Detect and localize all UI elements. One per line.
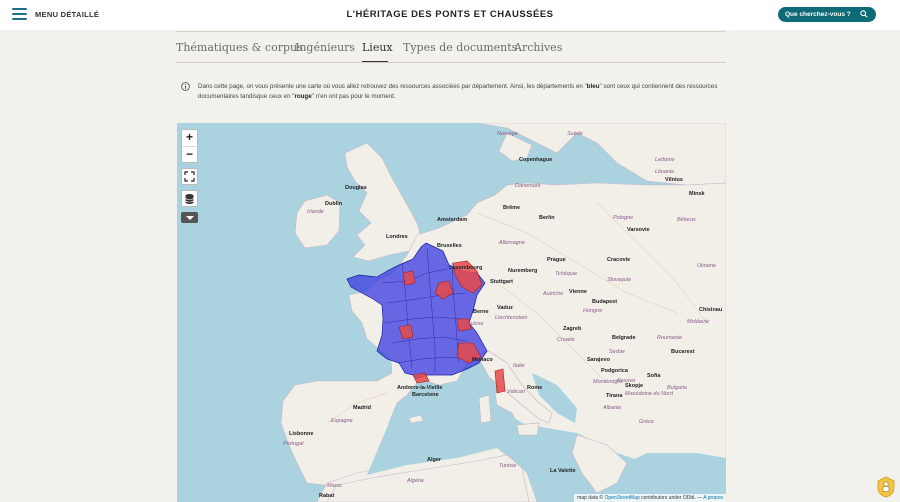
city-label: Zagreb xyxy=(563,326,582,332)
city-label: Bruxelles xyxy=(437,243,462,249)
city-label: Nuremberg xyxy=(508,268,538,274)
country-label: Algérie xyxy=(407,478,425,484)
country-label: Grèce xyxy=(639,419,654,425)
country-label: Croatie xyxy=(557,337,575,343)
country-label: Irlande xyxy=(307,209,324,215)
city-label: Vilnius xyxy=(665,177,683,183)
city-label: Cracovie xyxy=(607,257,631,263)
search-button[interactable]: Que cherchez-vous ? xyxy=(778,7,876,22)
country-label: Vatican xyxy=(507,389,526,395)
city-label: Sarajevo xyxy=(587,357,610,363)
country-label: Liechtenstein xyxy=(495,315,528,321)
city-label: Varsovie xyxy=(627,227,650,233)
tab-archives[interactable]: Archives xyxy=(514,41,562,54)
city-label: Podgorica xyxy=(601,368,628,374)
country-label: Lettonie xyxy=(655,157,675,163)
site-title[interactable]: L'HÉRITAGE DES PONTS ET CHAUSSÉES xyxy=(0,9,900,20)
country-label: Moldavie xyxy=(687,319,710,325)
country-label: Danemark xyxy=(515,183,541,189)
city-label: Andorre-la-Vieille xyxy=(397,385,443,391)
fullscreen-icon xyxy=(184,171,195,182)
info-icon xyxy=(181,82,190,91)
city-label: Barcelone xyxy=(412,392,439,398)
city-label: Chisinau xyxy=(699,307,723,313)
country-label: Portugal xyxy=(283,441,304,447)
city-label: La Valette xyxy=(550,468,576,474)
country-label: Hongrie xyxy=(583,308,603,314)
site-header: MENU DÉTAILLÉ L'HÉRITAGE DES PONTS ET CH… xyxy=(0,0,900,30)
country-label: Norvège xyxy=(497,131,518,137)
city-label: Luxembourg xyxy=(449,265,483,271)
country-label: Bélarus xyxy=(677,217,696,223)
country-label: Pologne xyxy=(613,215,634,221)
layers-icon xyxy=(185,194,194,204)
tabs-divider-top xyxy=(176,31,726,32)
city-label: Douglas xyxy=(345,185,367,191)
tab-types-documents[interactable]: Types de documents xyxy=(403,41,517,54)
city-label: Vaduz xyxy=(497,305,513,311)
zoom-out-button[interactable]: − xyxy=(182,146,197,162)
city-label: Belgrade xyxy=(612,335,636,341)
country-label: Espagne xyxy=(331,418,353,424)
about-link[interactable]: A propos xyxy=(703,495,723,501)
city-label: Rabat xyxy=(319,493,335,499)
country-label: Lituanie xyxy=(655,169,675,175)
city-label: Dublin xyxy=(325,201,343,207)
search-icon xyxy=(860,10,868,18)
tabs-divider-bottom xyxy=(176,62,726,63)
country-label: Italie xyxy=(513,363,525,369)
city-label: Berne xyxy=(473,309,489,315)
country-label: Allemagne xyxy=(499,240,525,246)
city-label: Prague xyxy=(547,257,566,263)
layers-button[interactable] xyxy=(181,190,198,207)
city-label: Alger xyxy=(427,457,442,463)
country-label: Tunisie xyxy=(499,463,517,469)
map-base-layer xyxy=(280,123,726,502)
city-label: Madrid xyxy=(353,405,372,411)
country-label: Macédoine du Nord xyxy=(625,391,674,397)
legend-toggle-button[interactable] xyxy=(181,212,198,223)
city-label: Berlin xyxy=(539,215,555,221)
city-label: Brême xyxy=(503,205,521,211)
country-label: Maroc xyxy=(327,483,343,489)
osm-link[interactable]: OpenStreetMap xyxy=(604,495,639,501)
city-label: Monaco xyxy=(472,357,493,363)
city-label: Londres xyxy=(386,234,408,240)
city-label: Vienne xyxy=(569,289,587,295)
city-label: Rome xyxy=(527,385,543,391)
country-label: Serbie xyxy=(609,349,625,355)
country-label: Ukraine xyxy=(697,263,716,269)
city-label: Bucarest xyxy=(671,349,695,355)
map-viewport[interactable]: Copenhague Vilnius Minsk Douglas Dublin … xyxy=(177,123,726,502)
city-label: Budapest xyxy=(592,299,618,305)
country-label: Suède xyxy=(567,131,583,137)
city-label: Tirana xyxy=(606,393,623,399)
accessibility-widget-icon[interactable] xyxy=(876,476,896,498)
country-label: Albanie xyxy=(603,405,622,411)
tab-ingenieurs[interactable]: Ingénieurs xyxy=(295,41,355,54)
city-label: Copenhague xyxy=(519,157,553,163)
tab-lieux[interactable]: Lieux xyxy=(362,41,393,54)
zoom-in-button[interactable]: + xyxy=(182,130,197,146)
country-label: Suisse xyxy=(467,321,484,327)
city-label: Sofia xyxy=(647,373,661,379)
country-label: Autriche xyxy=(543,291,564,297)
map-attribution: map data © OpenStreetMap contributors un… xyxy=(574,494,726,502)
city-label: Lisbonne xyxy=(289,431,314,437)
city-label: Stuttgart xyxy=(490,279,513,285)
fullscreen-button[interactable] xyxy=(181,168,198,185)
zoom-control: + − xyxy=(181,129,198,163)
country-label: Tchéquie xyxy=(555,271,578,277)
country-label: Monténégro xyxy=(593,379,623,385)
info-description: Dans cette page, on vous présente une ca… xyxy=(198,83,718,100)
search-button-label: Que cherchez-vous ? xyxy=(785,10,851,18)
city-label: Minsk xyxy=(689,191,705,197)
country-label: Slovaquie xyxy=(607,277,632,283)
country-label: Roumanie xyxy=(657,335,683,341)
city-label: Amsterdam xyxy=(437,217,468,223)
tab-thematiques[interactable]: Thématiques & corpus xyxy=(176,41,303,54)
